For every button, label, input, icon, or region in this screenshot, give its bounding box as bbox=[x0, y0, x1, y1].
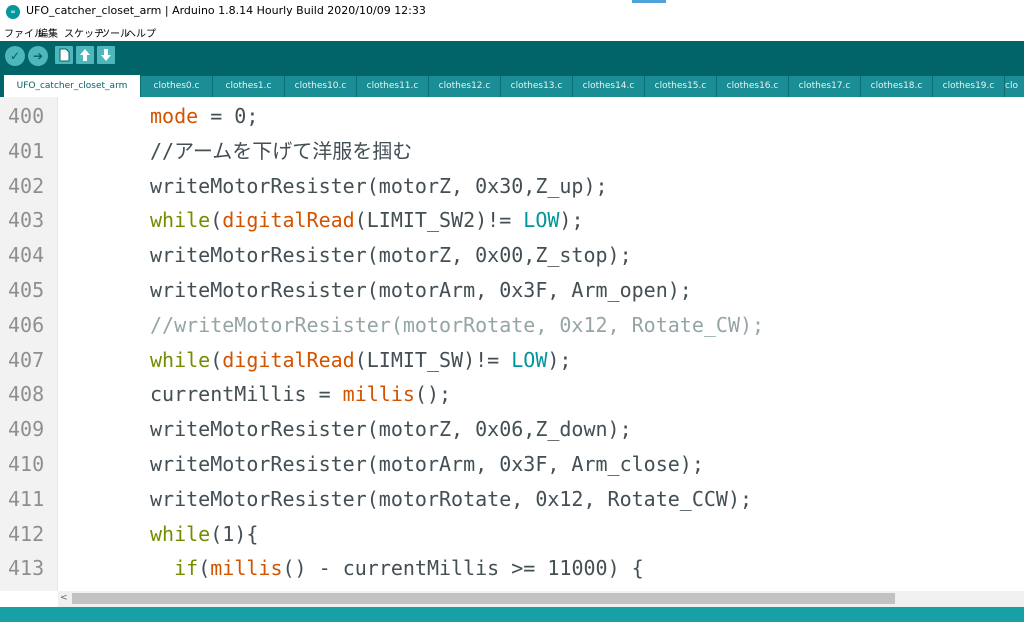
code-line[interactable]: writeMotorResister(motorRotate, 0x12, Ro… bbox=[150, 482, 752, 517]
code-token: LOW bbox=[511, 347, 548, 372]
code-token: ( bbox=[210, 208, 223, 233]
code-line[interactable]: //writeMotorResister(motorRotate, 0x12, … bbox=[150, 308, 764, 343]
code-line[interactable]: if(millis() - currentMillis >= 11000) { bbox=[150, 551, 644, 586]
line-number: 400 bbox=[8, 104, 45, 128]
code-token: ( bbox=[210, 347, 223, 372]
line-number: 407 bbox=[8, 347, 45, 372]
code-line[interactable]: while(digitalRead(LIMIT_SW)!= LOW); bbox=[150, 343, 571, 378]
code-token: writeMotorResister(motorZ, 0x00,Z_stop); bbox=[150, 243, 632, 268]
new-file-icon bbox=[59, 48, 70, 62]
code-token: writeMotorResister(motorArm, 0x3F, Arm_c… bbox=[150, 452, 704, 476]
code-token: digitalRead bbox=[222, 208, 355, 233]
window-title: UFO_catcher_closet_arm | Arduino 1.8.14 … bbox=[26, 4, 426, 17]
tab-clothes11[interactable]: clothes11.c bbox=[357, 76, 429, 97]
tab-clothes1[interactable]: clothes1.c bbox=[213, 76, 285, 97]
code-token: writeMotorResister(motorRotate, 0x12, Ro… bbox=[150, 486, 753, 511]
line-number: 409 bbox=[8, 417, 45, 442]
code-token: ( bbox=[198, 556, 211, 581]
upload-button[interactable]: ➔ bbox=[28, 46, 48, 66]
code-token: = 0; bbox=[198, 104, 259, 128]
line-number: 403 bbox=[8, 208, 45, 233]
title-bar: ∞ UFO_catcher_closet_arm | Arduino 1.8.1… bbox=[0, 0, 1024, 24]
code-token: millis bbox=[342, 382, 415, 407]
code-token: (1){ bbox=[210, 521, 259, 546]
line-number: 405 bbox=[8, 278, 45, 302]
code-line[interactable]: //アームを下げて洋服を掴む bbox=[150, 134, 412, 169]
tab-clothes10[interactable]: clothes10.c bbox=[285, 76, 357, 97]
code-token: while bbox=[150, 208, 211, 233]
line-number: 408 bbox=[8, 382, 45, 407]
menu-edit[interactable]: 編集 bbox=[38, 25, 58, 40]
line-number: 406 bbox=[8, 312, 45, 337]
code-token: currentMillis = bbox=[150, 382, 343, 407]
tab-clothes14[interactable]: clothes14.c bbox=[573, 76, 645, 97]
line-number-gutter: 400 401 402 403 404 405 406 407 408 409 410 411 412 4… bbox=[0, 97, 58, 591]
code-token: millis bbox=[210, 556, 283, 581]
code-token: (LIMIT_SW2)!= bbox=[354, 208, 524, 233]
tab-clothes17[interactable]: clothes17.c bbox=[789, 76, 861, 97]
line-number: 413 bbox=[8, 556, 45, 581]
code-editor[interactable]: 400 401 402 403 404 405 406 407 408 409 410 411 412 4… bbox=[0, 97, 1024, 591]
toolbar: ✓ ➔ bbox=[0, 41, 1024, 71]
code-token: LOW bbox=[523, 208, 560, 233]
code-token: mode bbox=[150, 104, 199, 128]
code-line[interactable]: mode = 0; bbox=[150, 99, 258, 134]
arrow-down-icon bbox=[101, 49, 111, 61]
tab-bar: UFO_catcher_closet_arm clothes0.c clothe… bbox=[0, 71, 1024, 97]
code-token: (); bbox=[414, 382, 452, 407]
tab-clothes13[interactable]: clothes13.c bbox=[501, 76, 573, 97]
tab-clothes12[interactable]: clothes12.c bbox=[429, 76, 501, 97]
tab-clothes15[interactable]: clothes15.c bbox=[645, 76, 717, 97]
tab-clothes0[interactable]: clothes0.c bbox=[141, 76, 213, 97]
line-number: 401 bbox=[8, 138, 45, 163]
line-number: 404 bbox=[8, 243, 45, 268]
check-icon: ✓ bbox=[9, 49, 21, 63]
code-token: writeMotorResister(motorArm, 0x3F, Arm_o… bbox=[150, 278, 692, 302]
code-line[interactable]: currentMillis = millis(); bbox=[150, 377, 451, 412]
scrollbar-thumb[interactable] bbox=[72, 593, 895, 604]
code-token: //アームを下げて洋服を掴む bbox=[150, 138, 413, 163]
line-number: 412 bbox=[8, 521, 45, 546]
status-bar bbox=[0, 607, 1024, 622]
open-button[interactable] bbox=[76, 46, 94, 64]
code-line[interactable]: while(digitalRead(LIMIT_SW2)!= LOW); bbox=[150, 203, 584, 238]
menu-sketch[interactable]: スケッチ bbox=[64, 25, 104, 40]
code-token: writeMotorResister(motorZ, 0x06,Z_down); bbox=[150, 417, 632, 442]
menu-bar: ファイル 編集 スケッチ ツール ヘルプ bbox=[0, 24, 1024, 41]
title-bar-accent bbox=[632, 0, 666, 3]
code-token: if bbox=[174, 556, 199, 581]
code-token: writeMotorResister(motorZ, 0x30,Z_up); bbox=[150, 173, 608, 198]
tab-clothes16[interactable]: clothes16.c bbox=[717, 76, 789, 97]
new-button[interactable] bbox=[55, 46, 73, 64]
code-token: (LIMIT_SW)!= bbox=[354, 347, 512, 372]
code-token: ); bbox=[547, 347, 572, 372]
tab-ufo-catcher-closet-arm[interactable]: UFO_catcher_closet_arm bbox=[4, 75, 141, 97]
menu-help[interactable]: ヘルプ bbox=[126, 25, 156, 40]
code-token: ); bbox=[559, 208, 584, 233]
code-line[interactable]: writeMotorResister(motorZ, 0x00,Z_stop); bbox=[150, 238, 632, 273]
tab-clothes18[interactable]: clothes18.c bbox=[861, 76, 933, 97]
code-line[interactable]: writeMotorResister(motorArm, 0x3F, Arm_o… bbox=[150, 273, 692, 308]
code-token: () - currentMillis >= 11000) { bbox=[282, 556, 644, 581]
code-token: //writeMotorResister(motorRotate, 0x12, … bbox=[150, 312, 765, 337]
code-line[interactable]: while(1){ bbox=[150, 517, 258, 552]
code-line[interactable]: writeMotorResister(motorArm, 0x3F, Arm_c… bbox=[150, 447, 704, 482]
verify-button[interactable]: ✓ bbox=[5, 46, 25, 66]
arduino-app-icon: ∞ bbox=[6, 5, 20, 19]
arrow-right-icon: ➔ bbox=[32, 49, 44, 63]
line-number: 402 bbox=[8, 173, 45, 198]
code-line[interactable]: writeMotorResister(motorZ, 0x30,Z_up); bbox=[150, 169, 608, 204]
line-number: 411 bbox=[8, 486, 45, 511]
save-button[interactable] bbox=[97, 46, 115, 64]
code-line[interactable]: writeMotorResister(motorZ, 0x06,Z_down); bbox=[150, 412, 632, 447]
code-token: while bbox=[150, 521, 211, 546]
scroll-left-icon[interactable]: < bbox=[60, 593, 68, 603]
arrow-up-icon bbox=[80, 49, 90, 61]
tab-clothes-truncated[interactable]: clo bbox=[1005, 76, 1024, 97]
code-token: digitalRead bbox=[222, 347, 355, 372]
line-number: 410 bbox=[8, 452, 45, 476]
code-token: while bbox=[150, 347, 211, 372]
tab-clothes19[interactable]: clothes19.c bbox=[933, 76, 1005, 97]
